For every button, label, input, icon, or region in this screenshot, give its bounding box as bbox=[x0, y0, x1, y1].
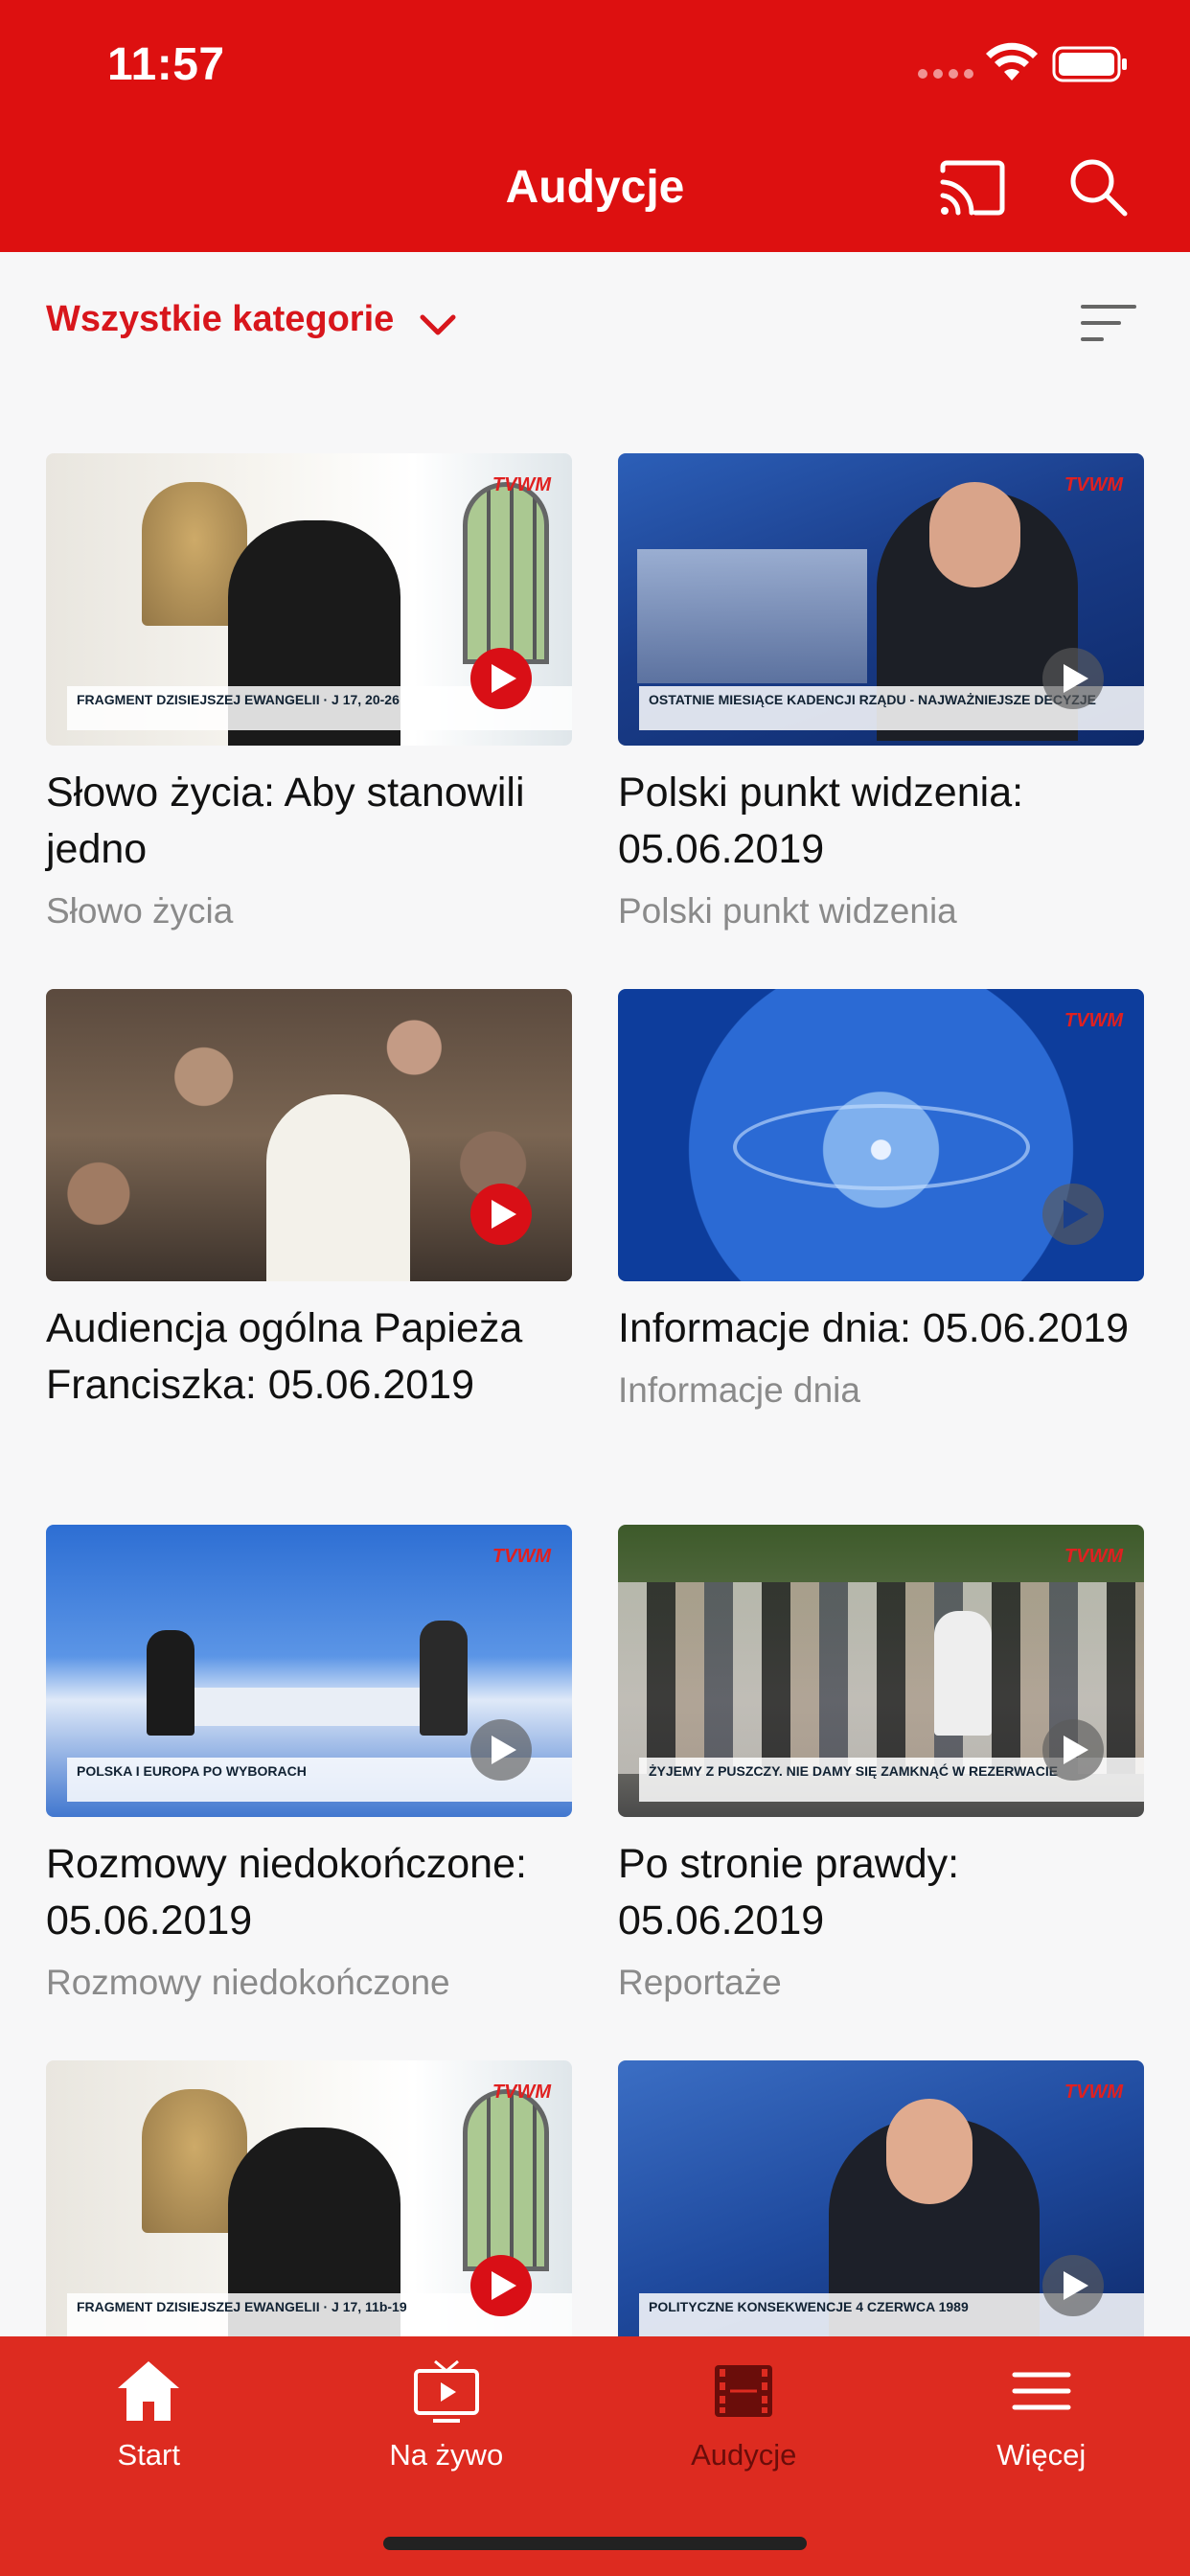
tab-label: Audycje bbox=[691, 2438, 797, 2472]
card-title: Po stronie prawdy: 05.06.2019 bbox=[618, 1841, 960, 1944]
film-icon bbox=[715, 2365, 773, 2417]
card-subtitle: Reportaże bbox=[618, 1963, 782, 2002]
home-icon bbox=[118, 2361, 180, 2421]
thumbnail-image: TVWM FRAGMENT DZISIEJSZEJ EWANGELII · J … bbox=[46, 453, 572, 746]
category-filter[interactable]: Wszystkie kategorie bbox=[46, 299, 457, 340]
card-subtitle: Polski punkt widzenia bbox=[618, 891, 957, 931]
tv-logo: TVWM bbox=[492, 2082, 551, 2103]
programs-grid: TVWM FRAGMENT DZISIEJSZEJ EWANGELII · J … bbox=[46, 453, 1144, 2576]
play-icon[interactable] bbox=[470, 1184, 532, 1245]
thumbnail-image: TVWM ŻYJEMY Z PUSZCZY. NIE DAMY SIĘ ZAMK… bbox=[618, 1525, 1144, 1817]
thumbnail-image: TVWM POLITYCZNE KONSEKWENCJE 4 CZERWCA 1… bbox=[618, 2060, 1144, 2353]
card-title: Informacje dnia: 05.06.2019 bbox=[618, 1305, 1130, 1351]
play-icon[interactable] bbox=[470, 648, 532, 709]
play-icon[interactable] bbox=[470, 2255, 532, 2316]
card-subtitle: Słowo życia bbox=[46, 891, 234, 931]
screen: 11:57 Audycje Wszystkie kategorie TVWM F… bbox=[0, 0, 1190, 2576]
battery-icon bbox=[1052, 46, 1127, 82]
category-filter-label: Wszystkie kategorie bbox=[46, 299, 395, 339]
program-card[interactable]: TVWM POLSKA I EUROPA PO WYBORACH Rozmowy… bbox=[46, 1525, 572, 2060]
tv-logo: TVWM bbox=[1064, 1010, 1123, 1031]
program-card[interactable]: TVWM OSTATNIE MIESIĄCE KADENCJI RZĄDU - … bbox=[618, 453, 1144, 989]
thumbnail-image: TVWM bbox=[618, 989, 1144, 1281]
play-icon[interactable] bbox=[1042, 2255, 1104, 2316]
program-card[interactable]: TVWM ŻYJEMY Z PUSZCZY. NIE DAMY SIĘ ZAMK… bbox=[618, 1525, 1144, 2060]
wifi-icon bbox=[986, 42, 1038, 80]
tab-wiecej[interactable]: Więcej bbox=[893, 2336, 1190, 2576]
tv-logo: TVWM bbox=[1064, 474, 1123, 495]
tv-logo: TVWM bbox=[492, 1546, 551, 1567]
thumbnail-image: TVWM FRAGMENT DZISIEJSZEJ EWANGELII · J … bbox=[46, 2060, 572, 2353]
program-card[interactable]: Audiencja ogólna Papieża Franciszka: 05.… bbox=[46, 989, 572, 1525]
play-icon[interactable] bbox=[1042, 1719, 1104, 1781]
card-title: Polski punkt widzenia: 05.06.2019 bbox=[618, 770, 1024, 872]
thumbnail-image bbox=[46, 989, 572, 1281]
signal-icon bbox=[918, 69, 973, 79]
sort-icon[interactable] bbox=[1081, 303, 1136, 343]
tab-label: Na żywo bbox=[389, 2438, 504, 2472]
play-icon[interactable] bbox=[1042, 1184, 1104, 1245]
card-title: Audiencja ogólna Papieża Franciszka: 05.… bbox=[46, 1305, 523, 1408]
tab-start[interactable]: Start bbox=[0, 2336, 298, 2576]
thumbnail-image: TVWM POLSKA I EUROPA PO WYBORACH bbox=[46, 1525, 572, 1817]
card-title: Słowo życia: Aby stanowili jedno bbox=[46, 770, 525, 872]
tab-label: Start bbox=[117, 2438, 180, 2472]
page-title: Audycje bbox=[505, 162, 685, 213]
card-subtitle: Rozmowy niedokończone bbox=[46, 1963, 450, 2002]
card-title: Rozmowy niedokończone: 05.06.2019 bbox=[46, 1841, 527, 1944]
chevron-down-icon bbox=[420, 314, 456, 334]
play-icon[interactable] bbox=[470, 1719, 532, 1781]
app-header: 11:57 Audycje bbox=[0, 0, 1190, 252]
program-card[interactable]: TVWM FRAGMENT DZISIEJSZEJ EWANGELII · J … bbox=[46, 453, 572, 989]
home-indicator[interactable] bbox=[383, 2537, 807, 2550]
menu-icon bbox=[1012, 2372, 1071, 2410]
cast-icon[interactable] bbox=[939, 159, 1006, 217]
tab-label: Więcej bbox=[996, 2438, 1087, 2472]
thumbnail-image: TVWM OSTATNIE MIESIĄCE KADENCJI RZĄDU - … bbox=[618, 453, 1144, 746]
tv-logo: TVWM bbox=[1064, 1546, 1123, 1567]
tv-icon bbox=[413, 2359, 479, 2423]
program-card[interactable]: TVWM Informacje dnia: 05.06.2019 Informa… bbox=[618, 989, 1144, 1525]
search-icon[interactable] bbox=[1067, 156, 1129, 218]
play-icon[interactable] bbox=[1042, 648, 1104, 709]
tv-logo: TVWM bbox=[1064, 2082, 1123, 2103]
tv-logo: TVWM bbox=[492, 474, 551, 495]
card-subtitle: Informacje dnia bbox=[618, 1370, 860, 1410]
status-time: 11:57 bbox=[107, 39, 225, 90]
